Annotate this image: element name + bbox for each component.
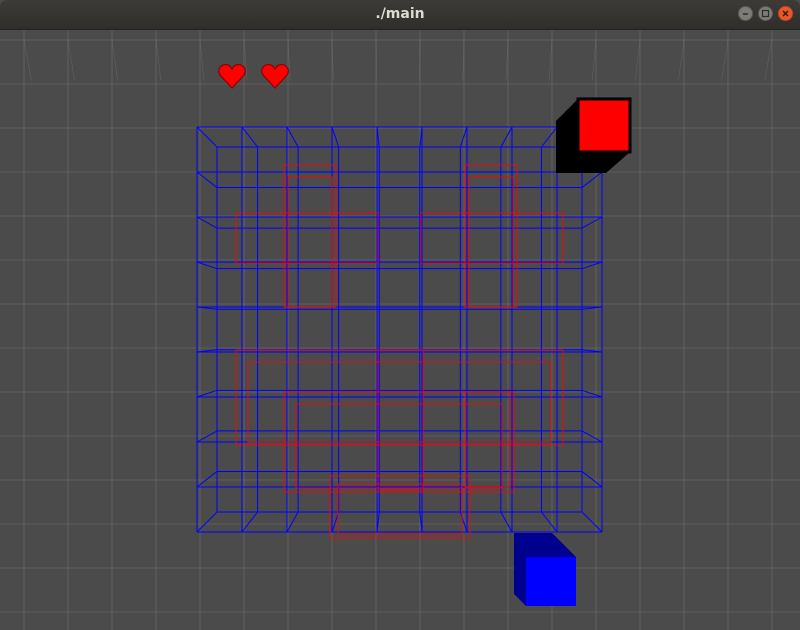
minimize-button[interactable] [738, 6, 753, 21]
next-piece-face [576, 97, 632, 154]
game-viewport[interactable] [0, 30, 800, 630]
window-title: ./main [375, 6, 425, 22]
close-button[interactable] [778, 6, 793, 21]
player-cube-face [526, 557, 576, 606]
maximize-icon [761, 9, 770, 18]
maximize-button[interactable] [758, 6, 773, 21]
title-bar[interactable]: ./main [0, 0, 800, 30]
minimize-icon [743, 13, 748, 15]
app-window: ./main [0, 0, 800, 630]
close-icon [782, 10, 789, 17]
floor [0, 30, 800, 630]
